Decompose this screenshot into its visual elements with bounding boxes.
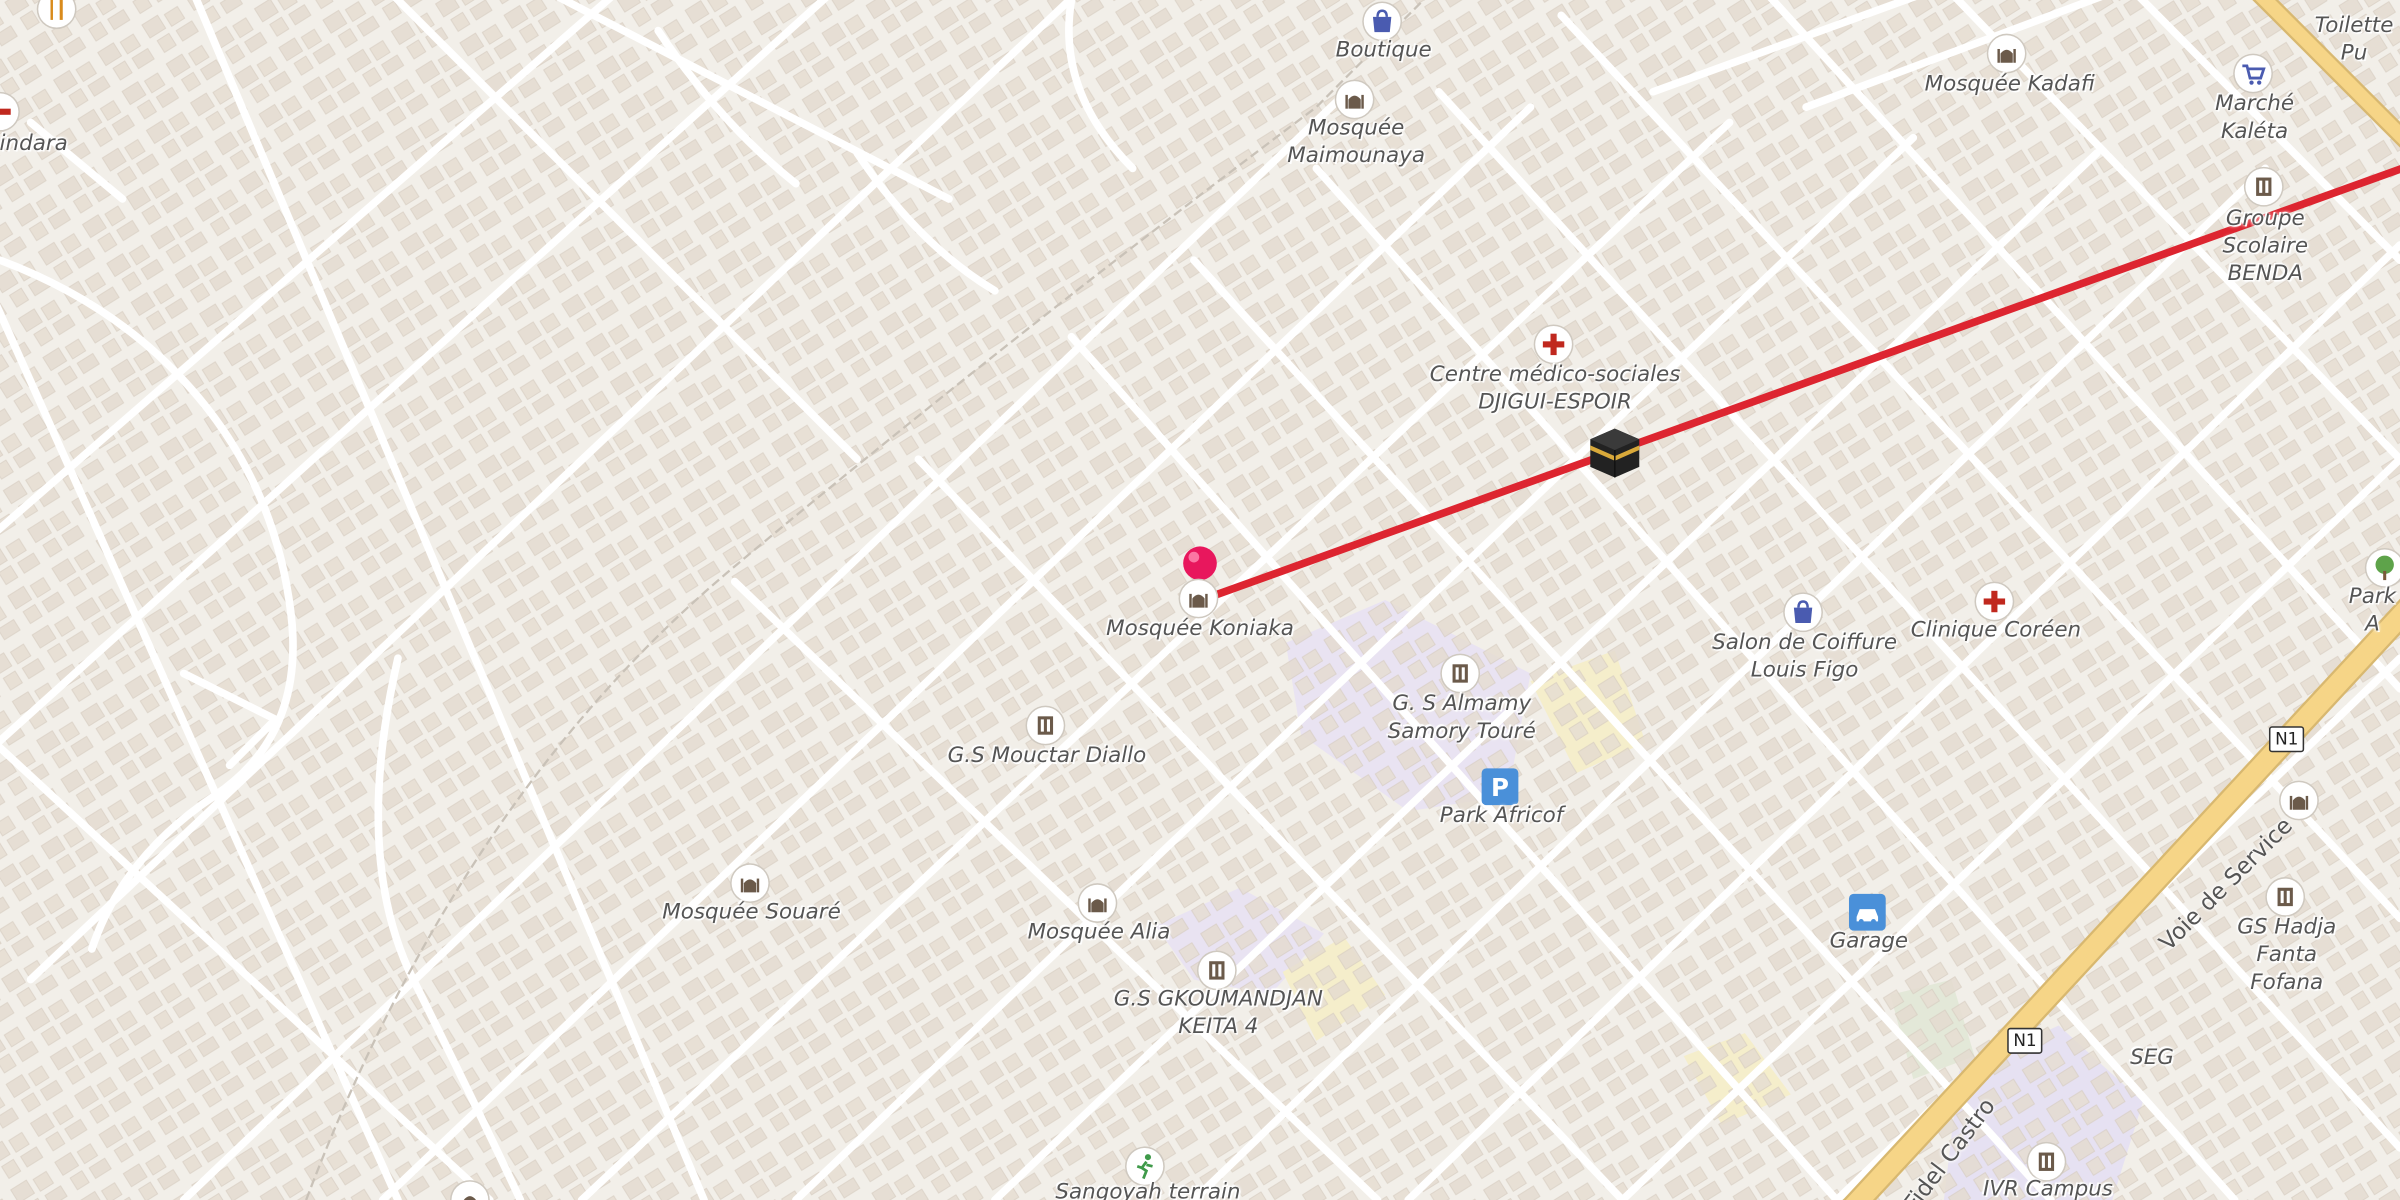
mosque-icon[interactable]	[451, 1181, 489, 1200]
map-view[interactable]: P N1 N1 Voie de Service Fidel Castro Bou…	[0, 0, 2400, 1200]
label-clinique-coreen: Clinique Coréen	[1910, 618, 2082, 643]
label-gs-moucktar: G.S Mouctar Diallo	[947, 743, 1147, 769]
mosque-icon[interactable]	[1336, 81, 1373, 118]
red-cross-icon[interactable]	[1535, 326, 1572, 363]
school-icon[interactable]	[2245, 168, 2283, 206]
shopping-cart-icon[interactable]	[2234, 55, 2272, 92]
car-icon[interactable]	[1848, 893, 1886, 931]
mosque-icon[interactable]	[2280, 782, 2318, 819]
school-icon[interactable]	[1027, 707, 1064, 744]
fork-knife-icon[interactable]	[38, 0, 75, 28]
road-shield-n1: N1	[2268, 726, 2305, 753]
label-marche-kaleta: Marché Kaléta	[2215, 91, 2295, 144]
school-icon[interactable]	[2266, 878, 2304, 916]
label-toilette: Toilette Pu	[2314, 13, 2394, 66]
label-sangoyah: Sangoyah terrain	[1055, 1180, 1241, 1200]
svg-text:P: P	[1491, 773, 1509, 802]
label-boutique: Boutique	[1335, 38, 1432, 63]
parking-icon[interactable]: P	[1481, 768, 1519, 806]
shopping-bag-icon[interactable]	[1363, 3, 1401, 40]
red-cross-icon[interactable]	[1976, 583, 2013, 620]
school-icon[interactable]	[1198, 952, 1236, 989]
kaaba-icon[interactable]	[1586, 424, 1644, 482]
mosque-icon[interactable]	[731, 864, 769, 902]
mosque-icon[interactable]	[1988, 35, 2025, 72]
red-cross-icon[interactable]	[0, 93, 19, 131]
tree-icon[interactable]	[2366, 549, 2400, 587]
label-seg: SEG	[2130, 1045, 2174, 1070]
label-groupe-scolaire-benda: Groupe Scolaire BENDA	[2222, 206, 2309, 287]
label-salon-coiffure: Salon de Coiffure Louis Figo	[1712, 630, 1898, 683]
label-mosquee-koniaka: Mosquée Koniaka	[1106, 616, 1294, 642]
label-park-a: Park A	[2348, 584, 2397, 637]
shopping-bag-icon[interactable]	[1784, 593, 1822, 631]
label-gs-gkoumandjan: G.S GKOUMANDJAN KEITA 4	[1113, 987, 1323, 1040]
road-shield-n1: N1	[2007, 1027, 2043, 1054]
label-ivr-campus: IVR Campus	[1982, 1177, 2113, 1200]
label-mosquee-maimounaya: Mosquée Maimounaya	[1287, 116, 1425, 169]
label-indara: indara	[0, 131, 68, 157]
mosque-icon[interactable]	[1079, 884, 1116, 922]
school-icon[interactable]	[1441, 655, 1479, 692]
label-mosquee-alia: Mosquée Alia	[1027, 919, 1171, 945]
label-park-africof: Park Africof	[1439, 803, 1564, 829]
label-centre-medico: Centre médico-sociales DJIGUI-ESPOIR	[1429, 362, 1681, 415]
label-mosquee-souare: Mosquée Souaré	[662, 899, 841, 925]
label-garage: Garage	[1829, 929, 1909, 954]
label-gs-almamy: G. S Almamy Samory Touré	[1387, 691, 1536, 744]
mosque-icon[interactable]	[1180, 580, 1217, 617]
label-gs-hadja: GS Hadja Fanta Fofana	[2237, 915, 2337, 995]
label-mosquee-kadafi: Mosquée Kadafi	[1924, 71, 2095, 97]
